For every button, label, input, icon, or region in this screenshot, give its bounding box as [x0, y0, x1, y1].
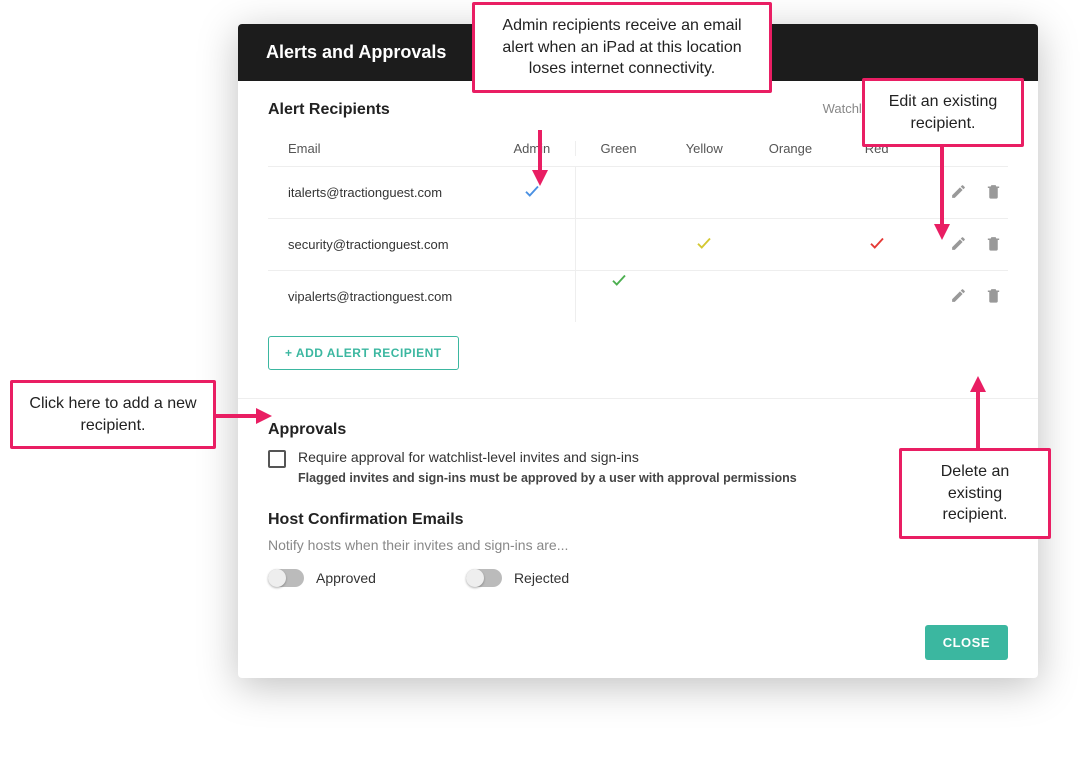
annotation-delete-arrow: [968, 376, 988, 459]
delete-icon[interactable]: [985, 235, 1002, 255]
annotation-add: Click here to add a new recipient.: [10, 380, 216, 449]
add-alert-recipient-button[interactable]: + ADD ALERT RECIPIENT: [268, 336, 459, 370]
recipient-email: security@tractionguest.com: [268, 237, 489, 252]
annotation-edit-arrow: [932, 136, 952, 245]
host-confirmation-heading: Host Confirmation Emails: [268, 511, 1008, 529]
require-approval-label: Require approval for watchlist-level inv…: [298, 449, 797, 465]
check-icon: [610, 277, 628, 292]
col-orange: Orange: [747, 141, 833, 156]
delete-icon[interactable]: [985, 183, 1002, 203]
annotation-admin: Admin recipients receive an email alert …: [472, 2, 772, 93]
table-row: vipalerts@tractionguest.com: [268, 270, 1008, 322]
check-icon: [868, 240, 886, 255]
recipient-email: italerts@tractionguest.com: [268, 185, 489, 200]
divider: [238, 398, 1038, 399]
recipient-email: vipalerts@tractionguest.com: [268, 289, 489, 304]
host-confirmation-sub: Notify hosts when their invites and sign…: [268, 537, 1008, 553]
require-approval-checkbox[interactable]: [268, 450, 286, 468]
rejected-toggle-label: Rejected: [514, 570, 569, 586]
approved-toggle-label: Approved: [316, 570, 376, 586]
require-approval-sublabel: Flagged invites and sign-ins must be app…: [298, 471, 797, 485]
approvals-heading: Approvals: [268, 421, 1008, 439]
col-yellow: Yellow: [661, 141, 747, 156]
col-email: Email: [268, 141, 489, 156]
table-row: security@tractionguest.com: [268, 218, 1008, 270]
approved-toggle[interactable]: [268, 569, 304, 587]
recipients-table: Email Admin Green Yellow Orange Red ital…: [268, 131, 1008, 322]
annotation-add-arrow: [214, 406, 272, 431]
annotation-admin-arrow: [530, 130, 550, 191]
close-button[interactable]: CLOSE: [925, 625, 1008, 660]
table-row: italerts@tractionguest.com: [268, 166, 1008, 218]
edit-icon[interactable]: [950, 287, 967, 307]
annotation-delete: Delete an existing recipient.: [899, 448, 1051, 539]
edit-icon[interactable]: [950, 183, 967, 203]
col-green: Green: [575, 141, 661, 156]
check-icon: [695, 240, 713, 255]
annotation-edit: Edit an existing recipient.: [862, 78, 1024, 147]
edit-icon[interactable]: [950, 235, 967, 255]
rejected-toggle[interactable]: [466, 569, 502, 587]
delete-icon[interactable]: [985, 287, 1002, 307]
